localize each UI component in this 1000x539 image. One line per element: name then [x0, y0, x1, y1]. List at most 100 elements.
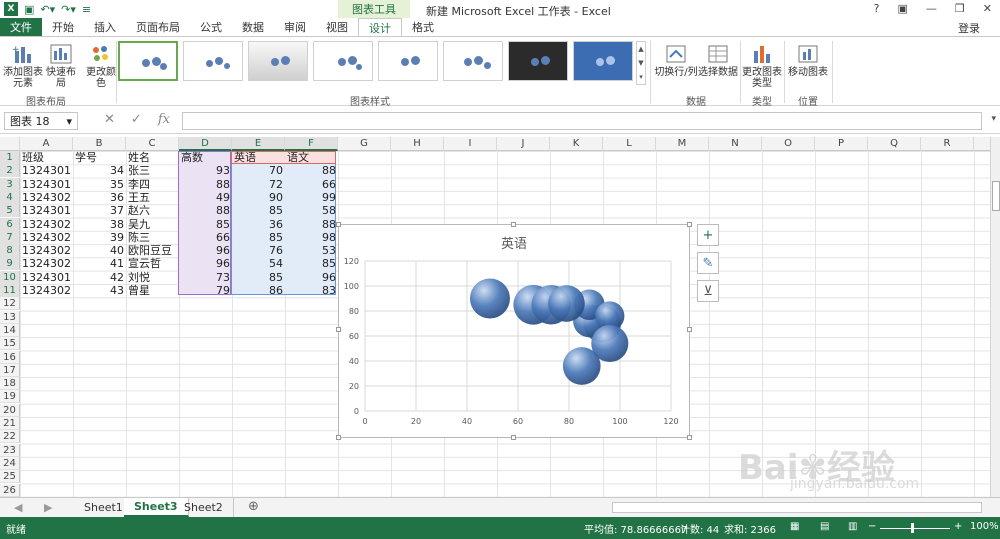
zoom-in-icon[interactable]: + — [954, 521, 962, 532]
row-header-10[interactable]: 10 — [0, 270, 20, 284]
cell[interactable]: 35 — [73, 178, 126, 191]
tab-review[interactable]: 审阅 — [274, 18, 316, 36]
cell[interactable]: 72 — [232, 178, 285, 191]
cell[interactable]: 34 — [73, 164, 126, 177]
column-header-n[interactable]: N — [709, 137, 762, 151]
column-header-f[interactable]: F — [285, 137, 338, 151]
undo-icon[interactable]: ↶▾ — [40, 3, 55, 16]
cell[interactable]: 73 — [179, 271, 232, 284]
column-header-q[interactable]: Q — [868, 137, 921, 151]
column-header-e[interactable]: E — [232, 137, 285, 151]
cell[interactable]: 1324302 — [20, 244, 73, 257]
chart-style-4[interactable] — [313, 41, 373, 81]
select-all-corner[interactable] — [0, 137, 20, 151]
restore-icon[interactable]: ❐ — [955, 2, 965, 15]
bubble-point[interactable] — [548, 285, 585, 322]
cell[interactable]: 76 — [232, 244, 285, 257]
cell[interactable]: 36 — [73, 191, 126, 204]
cell[interactable]: 刘悦 — [126, 271, 179, 284]
tab-formulas[interactable]: 公式 — [190, 18, 232, 36]
cell[interactable]: 1324301 — [20, 164, 73, 177]
row-header-22[interactable]: 22 — [0, 430, 20, 444]
cell[interactable]: 学号 — [73, 151, 126, 164]
zoom-out-icon[interactable]: − — [868, 521, 876, 532]
quick-layout-button[interactable]: 快速布局 — [42, 43, 80, 89]
cell[interactable]: 70 — [232, 164, 285, 177]
normal-view-icon[interactable]: ▦ — [790, 521, 799, 532]
column-header-c[interactable]: C — [126, 137, 179, 151]
cell[interactable]: 88 — [285, 218, 338, 231]
name-box[interactable]: 图表 18 ▾ — [4, 112, 78, 130]
column-header-i[interactable]: I — [444, 137, 497, 151]
switch-row-col-button[interactable]: 切换行/列 — [654, 43, 698, 78]
tab-view[interactable]: 视图 — [316, 18, 358, 36]
row-header-4[interactable]: 4 — [0, 190, 20, 204]
cell[interactable]: 58 — [285, 204, 338, 217]
new-sheet-icon[interactable]: ⊕ — [248, 499, 259, 514]
chart-style-6[interactable] — [443, 41, 503, 81]
minimize-icon[interactable]: — — [926, 2, 937, 15]
cell[interactable]: 39 — [73, 231, 126, 244]
zoom-level[interactable]: 100% — [970, 521, 999, 532]
cell[interactable]: 43 — [73, 284, 126, 297]
zoom-thumb[interactable] — [911, 523, 914, 533]
cell[interactable]: 姓名 — [126, 151, 179, 164]
row-header-1[interactable]: 1 — [0, 151, 20, 164]
expand-formula-icon[interactable]: ▾ — [991, 114, 996, 124]
select-data-button[interactable]: 选择数据 — [698, 43, 738, 78]
cell[interactable]: 英语 — [232, 151, 285, 164]
cell[interactable]: 41 — [73, 257, 126, 270]
chart-styles-button[interactable]: ✎ — [697, 252, 719, 274]
cell[interactable]: 96 — [179, 257, 232, 270]
row-header-25[interactable]: 25 — [0, 470, 20, 484]
row-header-17[interactable]: 17 — [0, 363, 20, 377]
cell[interactable]: 85 — [232, 231, 285, 244]
cell[interactable]: 96 — [179, 244, 232, 257]
column-header-o[interactable]: O — [762, 137, 815, 151]
row-header-18[interactable]: 18 — [0, 377, 20, 391]
cell[interactable]: 85 — [232, 204, 285, 217]
cell[interactable]: 班级 — [20, 151, 73, 164]
save-icon[interactable]: ▣ — [24, 3, 34, 16]
row-header-19[interactable]: 19 — [0, 390, 20, 404]
cell[interactable]: 86 — [232, 284, 285, 297]
cell[interactable]: 93 — [179, 164, 232, 177]
chart-style-5[interactable] — [378, 41, 438, 81]
close-icon[interactable]: ✕ — [983, 2, 992, 15]
tab-insert[interactable]: 插入 — [84, 18, 126, 36]
customize-qat-icon[interactable]: ≡ — [82, 3, 91, 16]
resize-handle-s[interactable] — [511, 435, 516, 440]
row-header-11[interactable]: 11 — [0, 284, 20, 297]
column-header-b[interactable]: B — [73, 137, 126, 151]
column-header-h[interactable]: H — [391, 137, 444, 151]
resize-handle-ne[interactable] — [687, 222, 692, 227]
horizontal-scrollbar[interactable] — [612, 502, 982, 513]
row-header-26[interactable]: 26 — [0, 483, 20, 497]
row-header-2[interactable]: 2 — [0, 164, 20, 178]
sheet-next-icon[interactable]: ▶ — [44, 501, 52, 514]
cell[interactable]: 66 — [179, 231, 232, 244]
resize-handle-n[interactable] — [511, 222, 516, 227]
cell[interactable]: 85 — [232, 271, 285, 284]
cell[interactable]: 王五 — [126, 191, 179, 204]
page-break-view-icon[interactable]: ▥ — [848, 521, 857, 532]
cell[interactable]: 1324302 — [20, 257, 73, 270]
row-header-13[interactable]: 13 — [0, 310, 20, 324]
bubble-point[interactable] — [591, 324, 629, 363]
cell[interactable]: 90 — [232, 191, 285, 204]
scroll-up-icon[interactable]: ▲ — [638, 45, 643, 53]
cell[interactable]: 98 — [285, 231, 338, 244]
cell[interactable]: 1324301 — [20, 271, 73, 284]
cell[interactable]: 54 — [232, 257, 285, 270]
tab-design[interactable]: 设计 — [358, 18, 402, 36]
tab-data[interactable]: 数据 — [232, 18, 274, 36]
cell[interactable]: 宣云哲 — [126, 257, 179, 270]
page-layout-view-icon[interactable]: ▤ — [820, 521, 829, 532]
formula-input[interactable] — [182, 112, 982, 130]
resize-handle-e[interactable] — [687, 327, 692, 332]
cell[interactable]: 高数 — [179, 151, 232, 164]
cell[interactable]: 88 — [179, 178, 232, 191]
chevron-down-icon[interactable]: ▾ — [66, 115, 72, 128]
row-header-5[interactable]: 5 — [0, 204, 20, 218]
cell[interactable]: 49 — [179, 191, 232, 204]
